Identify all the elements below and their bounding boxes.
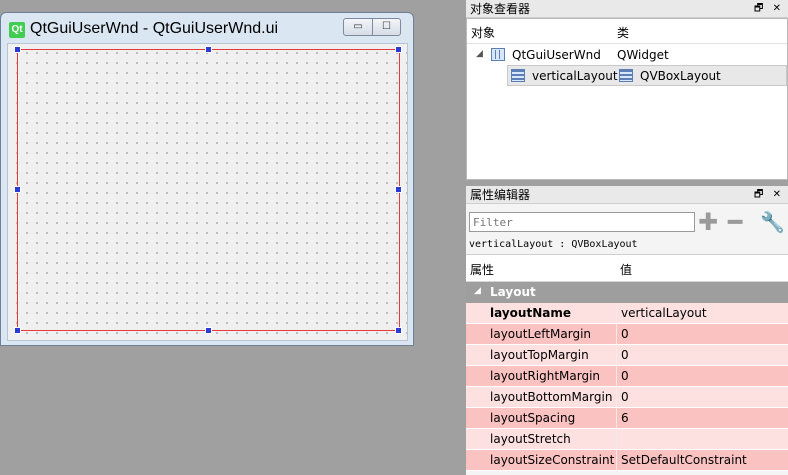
minimize-button[interactable]: ▭ xyxy=(343,18,373,36)
property-name: layoutSpacing xyxy=(490,411,576,425)
object-inspector-header: 对象 类 xyxy=(467,19,787,44)
resize-handle-bottom-left[interactable] xyxy=(14,327,21,334)
resize-handle-left[interactable] xyxy=(14,186,21,193)
property-editor: ✚ ━ 🔧 verticalLayout : QVBoxLayout 属性 值 … xyxy=(466,204,788,475)
form-title: QtGuiUserWnd - QtGuiUserWnd.ui xyxy=(30,20,279,37)
layout-class-icon xyxy=(619,69,633,82)
column-class[interactable]: 类 xyxy=(617,24,629,41)
qt-logo-icon: Qt xyxy=(9,22,25,38)
expand-arrow-icon[interactable]: ◢ xyxy=(476,49,483,59)
property-editor-title-text: 属性编辑器 xyxy=(470,188,531,202)
filter-input[interactable] xyxy=(469,212,695,232)
property-table-header: 属性 值 xyxy=(466,254,788,282)
column-object[interactable]: 对象 xyxy=(471,24,495,41)
dock-float-close-icons[interactable]: 🗗 ✕ xyxy=(754,0,784,18)
property-name: layoutStretch xyxy=(490,432,571,446)
property-value[interactable] xyxy=(616,429,788,449)
property-row-layoutTopMargin[interactable]: layoutTopMargin 0 xyxy=(466,345,788,366)
resize-handle-bottom-right[interactable] xyxy=(395,327,402,334)
property-name: layoutBottomMargin xyxy=(490,390,613,404)
property-value[interactable]: 0 xyxy=(616,366,788,386)
property-row-layoutSizeConstraint[interactable]: layoutSizeConstraint SetDefaultConstraint xyxy=(466,450,788,471)
property-row-layoutBottomMargin[interactable]: layoutBottomMargin 0 xyxy=(466,387,788,408)
tree-item-qtguiuserwnd[interactable]: ◢ QtGuiUserWnd QWidget xyxy=(467,45,787,65)
property-row-layoutStretch[interactable]: layoutStretch xyxy=(466,429,788,450)
property-row-layoutSpacing[interactable]: layoutSpacing 6 xyxy=(466,408,788,429)
object-inspector-title: 对象查看器 🗗 ✕ xyxy=(466,0,788,18)
vertical-layout-box[interactable] xyxy=(17,49,400,331)
column-value[interactable]: 值 xyxy=(620,261,632,278)
property-name: layoutName xyxy=(490,306,571,320)
property-name: layoutTopMargin xyxy=(490,348,589,362)
resize-handle-right[interactable] xyxy=(395,186,402,193)
object-class: QVBoxLayout xyxy=(640,69,721,83)
form-titlebar[interactable]: Qt QtGuiUserWnd - QtGuiUserWnd.ui ▭ ☐ xyxy=(1,13,413,45)
add-property-icon[interactable]: ✚ xyxy=(698,210,718,234)
property-editor-title: 属性编辑器 🗗 ✕ xyxy=(466,186,788,204)
property-value[interactable]: 6 xyxy=(616,408,788,428)
form-window[interactable]: Qt QtGuiUserWnd - QtGuiUserWnd.ui ▭ ☐ xyxy=(0,12,414,346)
layout-icon xyxy=(511,69,525,82)
property-group-layout[interactable]: ◢ Layout xyxy=(466,282,788,303)
property-name: layoutLeftMargin xyxy=(490,327,592,341)
property-value[interactable]: SetDefaultConstraint xyxy=(616,450,788,470)
object-name: QtGuiUserWnd xyxy=(512,48,601,62)
property-value[interactable]: verticalLayout xyxy=(616,303,788,323)
configure-wrench-icon[interactable]: 🔧 xyxy=(760,210,785,234)
group-name: Layout xyxy=(490,285,536,299)
property-row-layoutName[interactable]: layoutName verticalLayout xyxy=(466,303,788,324)
column-property[interactable]: 属性 xyxy=(470,261,494,278)
object-inspector[interactable]: 对象 类 ◢ QtGuiUserWnd QWidget verticalLayo… xyxy=(466,18,788,180)
widget-icon xyxy=(491,48,505,61)
property-name: layoutRightMargin xyxy=(490,369,601,383)
resize-handle-top-left[interactable] xyxy=(14,46,21,53)
dock-float-close-icons[interactable]: 🗗 ✕ xyxy=(754,186,784,204)
property-row-layoutLeftMargin[interactable]: layoutLeftMargin 0 xyxy=(466,324,788,345)
property-name: layoutSizeConstraint xyxy=(490,453,615,467)
resize-handle-top[interactable] xyxy=(205,46,212,53)
maximize-button[interactable]: ☐ xyxy=(372,18,401,36)
object-inspector-title-text: 对象查看器 xyxy=(470,2,531,16)
object-name: verticalLayout xyxy=(532,69,618,83)
property-value[interactable]: 0 xyxy=(616,324,788,344)
object-class: QWidget xyxy=(617,48,669,62)
property-value[interactable]: 0 xyxy=(616,345,788,365)
resize-handle-bottom[interactable] xyxy=(205,327,212,334)
property-row-layoutRightMargin[interactable]: layoutRightMargin 0 xyxy=(466,366,788,387)
selected-object-label: verticalLayout : QVBoxLayout xyxy=(469,239,638,250)
collapse-arrow-icon[interactable]: ◢ xyxy=(474,286,481,296)
form-canvas[interactable] xyxy=(7,43,408,341)
tree-item-verticallayout[interactable]: verticalLayout QVBoxLayout xyxy=(507,65,787,86)
resize-handle-top-right[interactable] xyxy=(395,46,402,53)
remove-property-icon[interactable]: ━ xyxy=(728,210,742,234)
property-value[interactable]: 0 xyxy=(616,387,788,407)
